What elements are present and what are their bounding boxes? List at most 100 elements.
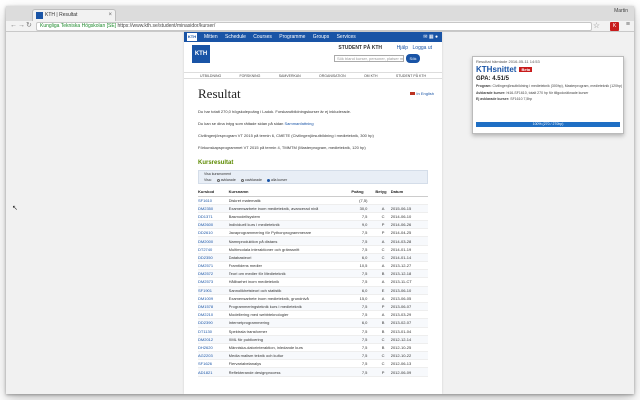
col-header[interactable]: Datum: [390, 188, 428, 197]
topnav-item[interactable]: Schedule: [225, 34, 246, 40]
topnav-item[interactable]: Mitten: [204, 34, 218, 40]
course-points: 6,0: [351, 286, 376, 295]
programme-text-1: Civilingenjörsprogram VT 2015 på termin …: [198, 133, 374, 138]
course-code-link[interactable]: SF1901: [198, 286, 229, 295]
course-code-link[interactable]: DM2573: [198, 277, 229, 287]
course-code-link[interactable]: DD1371: [198, 212, 229, 222]
table-row: DH2620 Människa-datorinteraktion, inledan…: [198, 343, 428, 353]
topnav-item[interactable]: Courses: [253, 34, 272, 40]
course-code-link[interactable]: DD2390: [198, 318, 229, 328]
course-points: 7,5: [351, 327, 376, 336]
course-grade: A: [375, 204, 391, 213]
col-header[interactable]: Poäng: [351, 188, 376, 197]
logout-link[interactable]: Logga ut: [413, 45, 432, 51]
topnav-item[interactable]: Groups: [313, 34, 329, 40]
close-tab-icon[interactable]: ×: [108, 10, 112, 21]
arrow-left-icon[interactable]: ←: [10, 22, 17, 30]
profile-name[interactable]: Martin: [614, 8, 628, 14]
table-row: DT1130 Spektrala transformer 7,5 B 2013-01-0…: [198, 327, 428, 336]
browser-tab[interactable]: KTH | Resultat ×: [32, 9, 116, 21]
course-grade: C: [375, 359, 391, 369]
course-points: 15,0: [351, 294, 376, 303]
kthsnittet-extension-button[interactable]: K: [610, 22, 619, 31]
mail-icon[interactable]: ✉: [423, 34, 427, 40]
course-date: [390, 196, 428, 205]
summary-link[interactable]: Sammanfattning: [285, 121, 314, 126]
course-date: 2013-12-27: [390, 261, 428, 271]
table-row: SF1610 Diskret matematik (7,5): [198, 196, 428, 205]
course-name: Sannolikhetsteori och statistik: [228, 286, 352, 295]
kth-logo[interactable]: KTH: [192, 45, 210, 63]
course-name: Multimodala interaktioner och gränssnitt: [228, 245, 352, 254]
star-icon[interactable]: ☆: [593, 21, 600, 30]
course-code-link[interactable]: DT2740: [198, 245, 229, 254]
user-icon[interactable]: ●: [435, 34, 438, 40]
course-date: 2013-11-CT: [390, 277, 428, 287]
course-name: Examensarbete inom medieteknik, avancera…: [228, 204, 352, 213]
secnav-item[interactable]: SAMVERKAN: [279, 73, 301, 78]
course-grade: C: [375, 335, 391, 344]
search-button[interactable]: Sök: [406, 54, 420, 63]
course-code-link[interactable]: DM2572: [198, 269, 229, 279]
app-name-label: KTHsnittet: [476, 65, 517, 74]
course-name: Modellering med webbteknologier: [228, 310, 352, 320]
course-date: 2014-01-14: [390, 253, 428, 263]
course-date: 2012-12-14: [390, 335, 428, 344]
secnav-item[interactable]: OM KTH: [364, 73, 378, 78]
course-grade: P: [375, 228, 391, 238]
radio-all-courses[interactable]: [266, 178, 270, 182]
secnav-item[interactable]: FORSKNING: [240, 73, 261, 78]
course-code-link[interactable]: DM2600: [198, 220, 229, 230]
course-code-link[interactable]: DM2210: [198, 310, 229, 320]
course-code-link[interactable]: DD2610: [198, 228, 229, 238]
course-code-link[interactable]: DD2350: [198, 253, 229, 263]
reload-icon[interactable]: ↻: [26, 22, 32, 30]
arrow-right-icon[interactable]: →: [18, 22, 25, 30]
course-code-link[interactable]: DM1578: [198, 302, 229, 312]
secnav-item[interactable]: UTBILDNING: [200, 73, 221, 78]
kth-favicon-icon: [36, 12, 43, 19]
radio-completed[interactable]: [216, 178, 220, 182]
course-code-link[interactable]: DT1130: [198, 327, 229, 336]
certificate-text: Du kan se dina intyg som rättade sidan p…: [198, 121, 428, 126]
course-code-link[interactable]: DM2012: [198, 335, 229, 344]
course-code-link[interactable]: DM2571: [198, 261, 229, 271]
filter-label: Visa kursmoment: [204, 172, 231, 176]
kth-mini-logo[interactable]: KTH: [187, 33, 197, 41]
course-code-link[interactable]: DH2620: [198, 343, 229, 353]
course-points: 7,5: [351, 245, 376, 254]
course-points: 7,5: [351, 310, 376, 320]
table-row: DM2571 Framtidens medier 10,5 A 2013-12-27: [198, 261, 428, 271]
table-row: DD2390 Internetprogrammering 6,0 B 2013-02-0…: [198, 318, 428, 328]
radio-incomplete[interactable]: [240, 178, 244, 182]
help-link[interactable]: Hjälp: [397, 45, 408, 51]
search-input[interactable]: Sök bland kurser, personer, platser m.m.: [334, 55, 404, 62]
topnav-item[interactable]: Programme: [279, 34, 305, 40]
course-code-link[interactable]: AD1821: [198, 367, 229, 377]
page-viewport[interactable]: KTH Mitten Schedule Courses Programme Gr…: [6, 32, 634, 394]
col-header[interactable]: Kursnamn: [228, 188, 352, 197]
course-grade: A: [375, 261, 391, 271]
col-header[interactable]: Betyg: [375, 188, 391, 197]
secnav-item[interactable]: STUDENT PÅ KTH: [396, 73, 426, 78]
course-code-link[interactable]: AG2203: [198, 351, 229, 361]
course-code-link[interactable]: DM1009: [198, 294, 229, 303]
secnav-item[interactable]: ORGANISATION: [319, 73, 346, 78]
course-name: Hållbarhet inom medieteknik: [228, 277, 352, 287]
in-english-link[interactable]: In English: [410, 91, 434, 96]
course-code-link[interactable]: SF1610: [198, 196, 229, 205]
course-code-link[interactable]: DM2350: [198, 204, 229, 213]
calendar-icon[interactable]: ▦: [429, 34, 434, 40]
menu-icon[interactable]: ≡: [626, 21, 630, 28]
filter-option-label: avklarade: [220, 178, 236, 182]
course-points: 7,5: [351, 277, 376, 287]
course-code-link[interactable]: DM2000: [198, 236, 229, 246]
col-header[interactable]: Kurskod: [198, 188, 229, 197]
gpa-value: GPA: 4.51/5: [476, 76, 509, 82]
course-grade: C: [375, 253, 391, 263]
topnav-item[interactable]: Services: [337, 34, 356, 40]
address-bar[interactable]: Kungliga Tekniska Högskolan [SE] https:/…: [36, 22, 592, 31]
course-points: 7,5: [351, 335, 376, 344]
course-code-link[interactable]: SF1626: [198, 359, 229, 369]
student-label: STUDENT PÅ KTH: [338, 45, 382, 51]
